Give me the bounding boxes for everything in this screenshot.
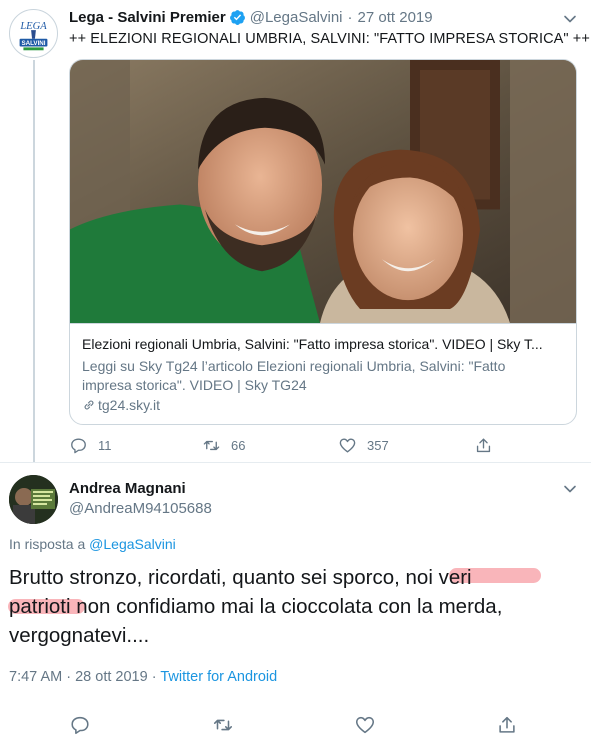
heart-icon <box>338 436 357 455</box>
retweet-icon <box>202 436 221 455</box>
reply-text-highlight-1: noi veri <box>405 566 472 589</box>
card-title: Elezioni regionali Umbria, Salvini: "Fat… <box>82 336 543 352</box>
share-button[interactable] <box>474 434 503 456</box>
card-domain-text[interactable]: tg24.sky.it <box>98 397 160 413</box>
verified-badge-icon <box>229 9 246 26</box>
like-button[interactable]: 357 <box>338 434 389 456</box>
thread-connector-line <box>33 60 35 462</box>
avatar-andrea-magnani[interactable] <box>9 475 58 524</box>
link-preview-card[interactable]: Elezioni regionali Umbria, Salvini: "Fat… <box>69 59 577 425</box>
chevron-down-icon[interactable] <box>562 11 578 27</box>
retweet-button[interactable]: 66 <box>202 434 245 456</box>
reply-prefix: In risposta a <box>9 536 86 552</box>
reply-text-part1: Brutto stronzo, ricordati, quanto sei sp… <box>9 566 406 589</box>
retweet-icon[interactable] <box>212 714 234 736</box>
reply-text-highlight-2: patrioti <box>9 595 71 618</box>
author-handle[interactable]: @LegaSalvini <box>250 9 343 26</box>
tweet-actions: 11 66 357 <box>69 434 491 456</box>
meta-separator: · <box>151 669 157 685</box>
tweet-time[interactable]: 7:47 AM <box>9 669 62 685</box>
lega-logo-subtext: SALVINI <box>21 40 45 47</box>
tweet-divider <box>0 462 591 463</box>
reply-icon[interactable] <box>69 714 91 736</box>
link-icon <box>82 398 96 412</box>
reply-tweet-actions <box>0 714 591 738</box>
reply-context: In risposta a @LegaSalvini <box>9 536 176 552</box>
card-domain: tg24.sky.it <box>82 397 160 413</box>
reply-author-handle[interactable]: @AndreaM94105688 <box>69 500 212 517</box>
header-separator: · <box>347 8 353 26</box>
reply-tweet-text: Brutto stronzo, ricordati, quanto sei sp… <box>9 563 584 650</box>
heart-icon[interactable] <box>354 714 376 736</box>
tweet-header: Lega - Salvini Premier @LegaSalvini · 27… <box>69 6 433 28</box>
like-count: 357 <box>367 437 389 453</box>
tweet-source[interactable]: Twitter for Android <box>160 669 277 685</box>
retweet-count: 66 <box>231 437 246 453</box>
reply-author-name[interactable]: Andrea Magnani <box>69 480 186 497</box>
reply-mention-link[interactable]: @LegaSalvini <box>89 536 176 552</box>
card-description: Leggi su Sky Tg24 l’articolo Elezioni re… <box>82 358 506 393</box>
share-icon[interactable] <box>496 714 518 736</box>
reply-text-part2: non confidiamo mai la cioccolata con la … <box>9 595 503 647</box>
lega-logo-icon: LEGA SALVINI <box>11 11 56 56</box>
tweet-date[interactable]: 28 ott 2019 <box>75 669 148 685</box>
avatar-lega[interactable]: LEGA SALVINI <box>9 9 58 58</box>
reply-icon <box>69 436 88 455</box>
share-icon <box>474 436 493 455</box>
tweet-original[interactable]: LEGA SALVINI Lega - Salvini Premier @Leg… <box>0 0 591 462</box>
tweet-date[interactable]: 27 ott 2019 <box>358 9 433 26</box>
avatar-photo <box>9 475 58 524</box>
reply-button[interactable]: 11 <box>69 434 112 456</box>
chevron-down-icon[interactable] <box>562 481 578 497</box>
tweet-meta: 7:47 AM · 28 ott 2019 · Twitter for Andr… <box>9 669 277 685</box>
author-name[interactable]: Lega - Salvini Premier <box>69 9 226 26</box>
meta-separator: · <box>66 669 72 685</box>
tweet-text: ++ ELEZIONI REGIONALI UMBRIA, SALVINI: "… <box>69 31 590 47</box>
card-photo <box>70 60 576 324</box>
reply-count: 11 <box>98 437 112 453</box>
